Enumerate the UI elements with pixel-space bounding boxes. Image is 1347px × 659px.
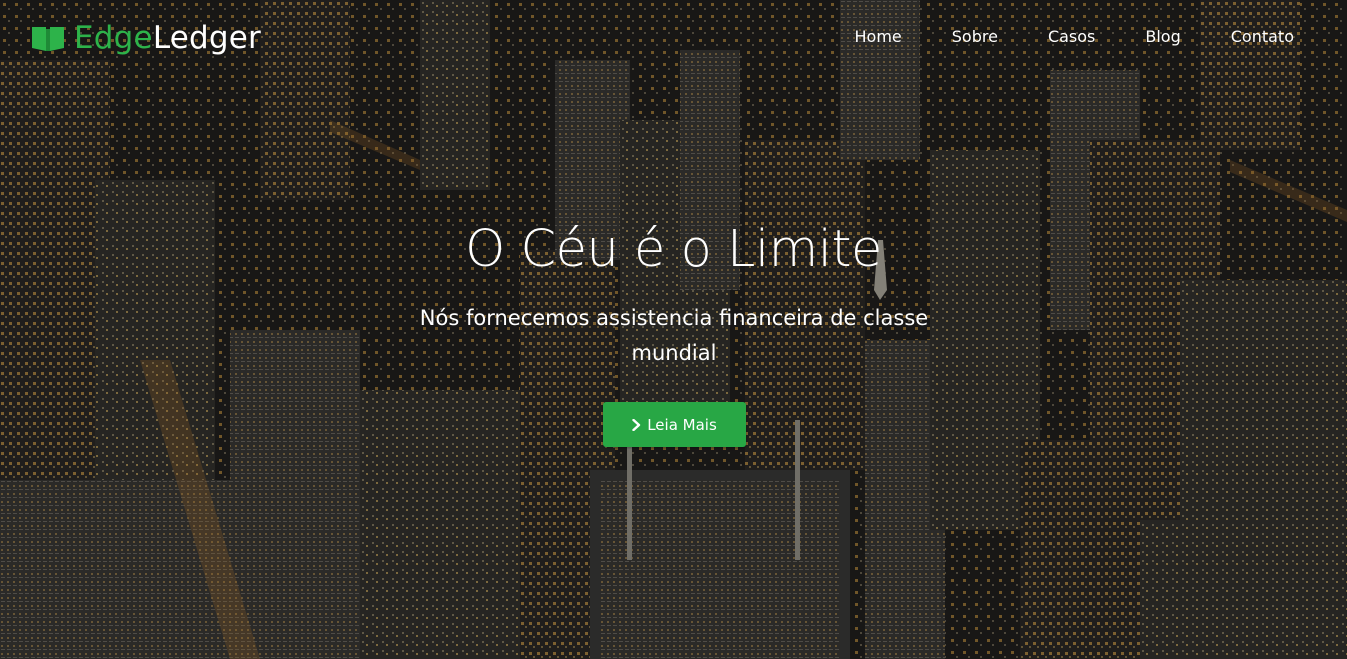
read-more-label: Leia Mais	[647, 415, 717, 434]
chevron-right-icon	[632, 418, 641, 431]
main-nav: Home Sobre Casos Blog Contato	[830, 26, 1294, 48]
read-more-button[interactable]: Leia Mais	[603, 402, 746, 447]
nav-item-blog[interactable]: Blog	[1120, 26, 1205, 48]
nav-item-contato[interactable]: Contato	[1206, 26, 1294, 48]
brand-name-part1: Edge	[74, 20, 153, 56]
nav-item-casos[interactable]: Casos	[1023, 26, 1120, 48]
nav-item-sobre[interactable]: Sobre	[927, 26, 1023, 48]
hero-title: O Céu é o Limite	[465, 220, 882, 279]
hero-subtitle: Nós fornecemos assistencia financeira de…	[419, 306, 929, 365]
hero-section: EdgeLedger Home Sobre Casos Blog Contato…	[0, 0, 1347, 659]
nav-item-home[interactable]: Home	[830, 26, 927, 48]
brand-name: EdgeLedger	[74, 18, 261, 58]
brand-logo[interactable]: EdgeLedger	[30, 18, 261, 58]
open-book-icon	[32, 27, 64, 51]
brand-name-part2: Ledger	[152, 20, 261, 56]
